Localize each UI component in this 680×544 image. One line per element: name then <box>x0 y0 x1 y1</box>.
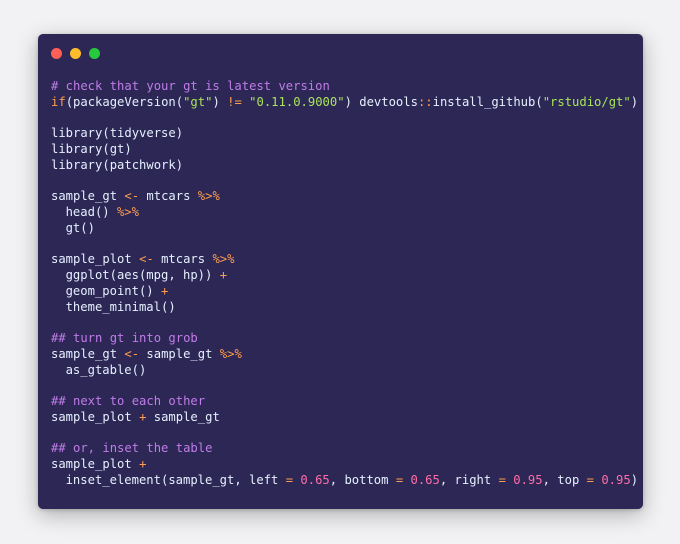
code-token-op: <- <box>124 346 140 361</box>
code-line: gt() <box>51 221 638 237</box>
code-line: if(packageVersion("gt") != "0.11.0.9000"… <box>51 95 638 111</box>
code-line: ggplot(aes(mpg, hp)) + <box>51 268 638 284</box>
code-token-plain: sample_gt <box>139 346 220 361</box>
code-token-string: "0.11.0.9000" <box>249 94 345 109</box>
code-token-plain: ) <box>630 472 639 487</box>
code-token-plain: , bottom <box>329 472 396 487</box>
code-token-plain: gt() <box>65 220 95 235</box>
code-window: # check that your gt is latest version if… <box>38 34 643 509</box>
code-token-plain: sample_gt <box>51 346 125 361</box>
window-controls <box>51 48 100 60</box>
code-token-op: <- <box>139 252 154 267</box>
code-token-op: %>% <box>219 346 242 361</box>
code-token-plain: theme_minimal() <box>65 299 176 314</box>
code-token-plain: install_github( <box>432 94 543 109</box>
code-token-plain: ) devtools <box>344 94 418 109</box>
code-token-num: 0.95 <box>601 472 631 487</box>
code-line: # check that your gt is latest version <box>51 79 638 95</box>
code-line: library(gt) <box>51 142 638 158</box>
code-token-op: %>% <box>197 189 220 204</box>
code-line: ## next to each other <box>51 394 638 410</box>
code-token-plain: sample_plot <box>51 457 140 471</box>
code-token-plain: ggplot(aes(mpg, hp)) <box>65 268 220 282</box>
code-line: ## or, inset the table <box>51 441 638 457</box>
code-token-op: = <box>586 472 594 487</box>
code-line: sample_gt <- sample_gt %>% <box>51 347 638 363</box>
code-line: as_gtable() <box>51 363 638 379</box>
code-token-plain: as_gtable() <box>65 362 147 377</box>
code-line: sample_plot + <box>51 457 638 473</box>
code-token-plain: ) <box>630 94 639 109</box>
code-token-plain: sample_plot <box>51 409 140 424</box>
code-token-plain: library(gt) <box>51 142 132 156</box>
code-block: # check that your gt is latest version if… <box>51 79 638 489</box>
code-token-op: %>% <box>116 205 139 219</box>
code-token-plain: , top <box>542 472 587 487</box>
code-line: sample_plot <- mtcars %>% <box>51 252 638 268</box>
code-token-comment: ## or, inset the table <box>51 441 213 456</box>
code-line: inset_element(sample_gt, left = 0.65, bo… <box>51 473 638 489</box>
code-line: geom_point() + <box>51 284 638 300</box>
code-token-plain: sample_gt <box>146 409 220 424</box>
code-token-string: "rstudio/gt" <box>542 94 631 109</box>
code-line: library(tidyverse) <box>51 126 638 142</box>
code-line: sample_gt <- mtcars %>% <box>51 189 638 205</box>
code-token-plain: library(patchwork) <box>51 157 184 172</box>
minimize-window-button[interactable] <box>70 48 81 59</box>
code-token-op: + <box>219 268 228 282</box>
code-line: library(patchwork) <box>51 158 638 174</box>
code-token-op: = <box>285 472 294 487</box>
code-token-string: "gt" <box>183 94 213 109</box>
code-token-plain: (packageVersion( <box>65 94 184 109</box>
code-line: sample_plot + sample_gt <box>51 410 638 426</box>
code-token-plain: , right <box>439 472 499 487</box>
code-line: ## turn gt into grob <box>51 331 638 347</box>
code-line: theme_minimal() <box>51 300 638 316</box>
code-token-op: = <box>498 472 506 487</box>
code-token-op: <- <box>124 189 140 204</box>
code-token-plain: geom_point() <box>65 283 161 298</box>
code-token-num: 0.95 <box>513 472 543 487</box>
code-token-plain: inset_element(sample_gt, left <box>65 472 286 487</box>
code-token-op: != <box>227 94 242 109</box>
code-line: head() %>% <box>51 205 638 221</box>
code-token-plain: mtcars <box>153 252 213 267</box>
code-token-comment: ## next to each other <box>51 394 206 408</box>
maximize-window-button[interactable] <box>89 48 100 59</box>
code-token-comment: ## turn gt into grob <box>51 331 198 345</box>
code-token-plain: mtcars <box>139 189 198 204</box>
code-token-plain: sample_gt <box>51 189 125 204</box>
code-token-comment: # check that your gt is latest version <box>51 79 330 93</box>
code-token-num: 0.65 <box>410 472 440 487</box>
close-window-button[interactable] <box>51 48 62 59</box>
code-token-ns: :: <box>417 94 433 109</box>
code-token-plain: head() <box>65 205 117 219</box>
code-token-op: + <box>139 457 147 471</box>
code-token-plain: library(tidyverse) <box>51 126 184 141</box>
code-token-keyword: if <box>51 94 66 109</box>
code-token-op: %>% <box>212 252 235 267</box>
code-token-plain: sample_plot <box>51 252 140 267</box>
code-token-num: 0.65 <box>300 472 330 487</box>
code-token-op: + <box>160 283 169 298</box>
code-token-plain: ) <box>212 94 228 109</box>
